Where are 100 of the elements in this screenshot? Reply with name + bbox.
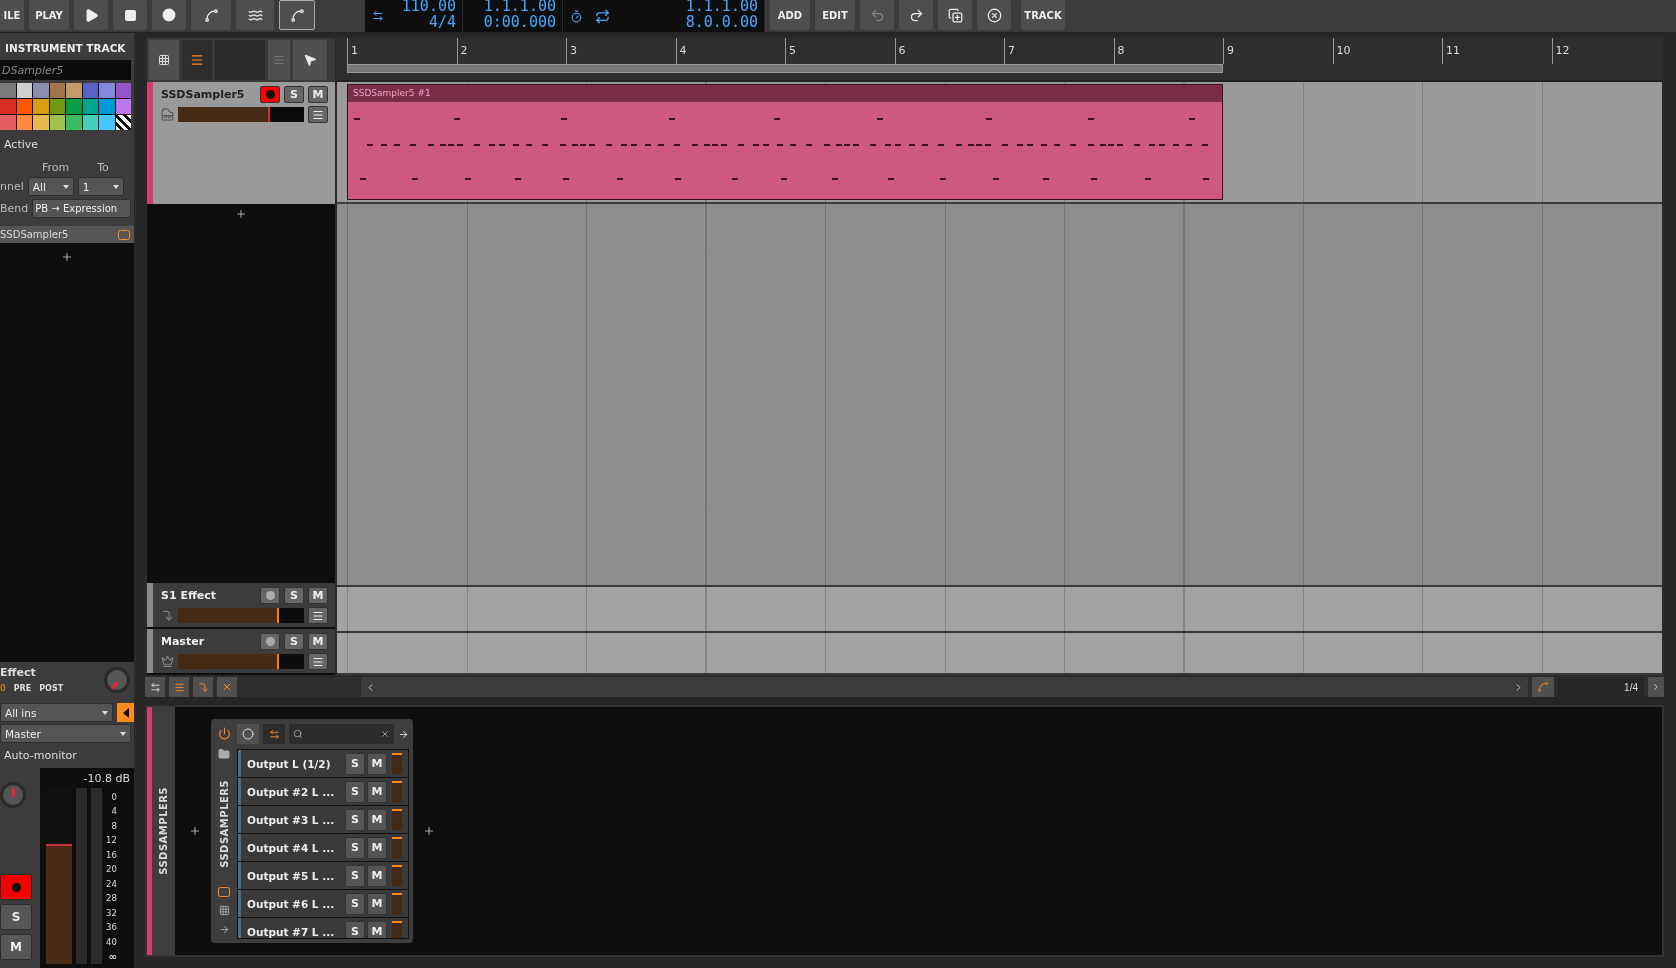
arrow-icon[interactable] xyxy=(398,728,409,740)
solo-button[interactable]: S xyxy=(345,836,365,859)
solo-button[interactable]: S xyxy=(345,780,365,803)
color-swatch[interactable] xyxy=(0,83,16,98)
color-swatch[interactable] xyxy=(0,115,16,130)
solo-button[interactable]: S xyxy=(284,587,304,604)
record-arm-button[interactable] xyxy=(260,633,280,650)
grid-icon[interactable] xyxy=(218,905,230,917)
record-arm-button[interactable] xyxy=(0,874,32,900)
list-view-button[interactable] xyxy=(182,40,212,80)
play-menu-button[interactable]: PLAY xyxy=(29,0,69,30)
stop-button[interactable] xyxy=(113,0,147,30)
color-swatch[interactable] xyxy=(49,99,65,114)
volume-slider[interactable] xyxy=(178,107,304,122)
arrow-icon[interactable] xyxy=(218,924,230,936)
mute-button[interactable]: M xyxy=(367,808,387,831)
color-swatch[interactable] xyxy=(33,83,49,98)
mute-button[interactable]: M xyxy=(0,934,32,960)
menu-button[interactable] xyxy=(308,653,328,670)
input-dropdown[interactable]: All ins xyxy=(0,703,113,722)
grid-view-button[interactable] xyxy=(149,40,179,80)
mute-button[interactable]: M xyxy=(367,780,387,803)
track-menu-button[interactable]: TRACK xyxy=(1021,0,1065,30)
record-arm-button[interactable] xyxy=(260,86,280,103)
automation-write-button[interactable] xyxy=(191,0,231,30)
color-swatch[interactable] xyxy=(16,83,32,98)
menu-button[interactable] xyxy=(308,607,328,624)
mute-button[interactable]: M xyxy=(308,587,328,604)
delete-button[interactable] xyxy=(977,0,1011,30)
color-swatch[interactable] xyxy=(82,99,98,114)
volume-slider[interactable] xyxy=(178,608,304,623)
color-swatch[interactable] xyxy=(99,83,115,98)
color-swatch[interactable] xyxy=(16,115,32,130)
send-knob[interactable] xyxy=(104,666,130,693)
color-swatch[interactable] xyxy=(0,99,16,114)
clip-automation-button[interactable] xyxy=(279,0,315,30)
solo-button[interactable]: S xyxy=(345,892,365,915)
color-swatch[interactable] xyxy=(82,83,98,98)
color-swatch[interactable] xyxy=(82,115,98,130)
preset-button[interactable] xyxy=(237,724,259,745)
to-channel-dropdown[interactable]: 1 xyxy=(77,177,124,196)
mute-button[interactable]: M xyxy=(367,752,387,775)
color-swatch[interactable] xyxy=(33,99,49,114)
folder-icon[interactable] xyxy=(218,748,230,761)
solo-button[interactable]: S xyxy=(345,920,365,939)
mute-button[interactable]: M xyxy=(367,864,387,887)
color-swatch[interactable] xyxy=(33,115,49,130)
color-swatch[interactable] xyxy=(115,83,131,98)
track-list-button[interactable] xyxy=(268,40,290,80)
snap-button[interactable] xyxy=(1532,677,1554,698)
color-swatch[interactable] xyxy=(99,115,115,130)
clear-button[interactable] xyxy=(217,677,237,698)
solo-button[interactable]: S xyxy=(345,752,365,775)
from-channel-dropdown[interactable]: All xyxy=(27,177,74,196)
solo-button[interactable]: S xyxy=(345,864,365,887)
window-icon[interactable] xyxy=(218,887,230,898)
add-menu-button[interactable]: ADD xyxy=(770,0,810,30)
no-color-swatch[interactable] xyxy=(115,115,131,130)
mute-button[interactable]: M xyxy=(367,892,387,915)
swap-button[interactable] xyxy=(145,677,165,698)
search-field[interactable] xyxy=(289,724,394,745)
solo-button[interactable]: S xyxy=(284,633,304,650)
color-swatch[interactable] xyxy=(115,99,131,114)
outputs-button[interactable] xyxy=(263,724,285,745)
follow-button[interactable] xyxy=(193,677,213,698)
volume-slider[interactable] xyxy=(178,654,304,669)
color-swatch[interactable] xyxy=(66,99,82,114)
color-swatch[interactable] xyxy=(66,83,82,98)
mute-button[interactable]: M xyxy=(308,86,328,103)
bend-mode-button[interactable]: PB → Expression xyxy=(32,199,131,218)
mute-button[interactable]: M xyxy=(367,920,387,939)
expand-button[interactable] xyxy=(1648,677,1664,698)
color-swatch[interactable] xyxy=(49,83,65,98)
horizontal-scrollbar[interactable] xyxy=(361,677,1528,698)
play-button[interactable] xyxy=(74,0,108,30)
record-button[interactable] xyxy=(152,0,186,30)
groove-button[interactable] xyxy=(236,0,274,30)
color-swatch[interactable] xyxy=(66,115,82,130)
output-dropdown[interactable]: Master xyxy=(0,724,131,743)
solo-button[interactable]: S xyxy=(284,86,304,103)
menu-button[interactable] xyxy=(308,106,328,123)
mute-button[interactable]: M xyxy=(367,836,387,859)
midi-clip[interactable]: SSDSampler5 #1 xyxy=(347,84,1223,200)
color-swatch[interactable] xyxy=(16,99,32,114)
color-swatch[interactable] xyxy=(99,99,115,114)
track-name-field[interactable]: DSampler5 xyxy=(0,60,131,80)
edit-menu-button[interactable]: EDIT xyxy=(815,0,855,30)
pointer-tool-button[interactable] xyxy=(293,40,327,80)
file-menu-button[interactable]: ILE xyxy=(0,0,24,30)
mute-button[interactable]: M xyxy=(308,633,328,650)
grid-size-button[interactable]: 1/4 xyxy=(1558,677,1644,698)
volume-knob[interactable] xyxy=(0,782,26,808)
power-icon[interactable] xyxy=(217,727,231,741)
record-arm-button[interactable] xyxy=(260,587,280,604)
monitor-toggle[interactable] xyxy=(117,703,134,722)
layout-button[interactable] xyxy=(169,677,189,698)
color-swatch[interactable] xyxy=(49,115,65,130)
duplicate-button[interactable] xyxy=(938,0,972,30)
solo-button[interactable]: S xyxy=(0,904,32,930)
solo-button[interactable]: S xyxy=(345,808,365,831)
